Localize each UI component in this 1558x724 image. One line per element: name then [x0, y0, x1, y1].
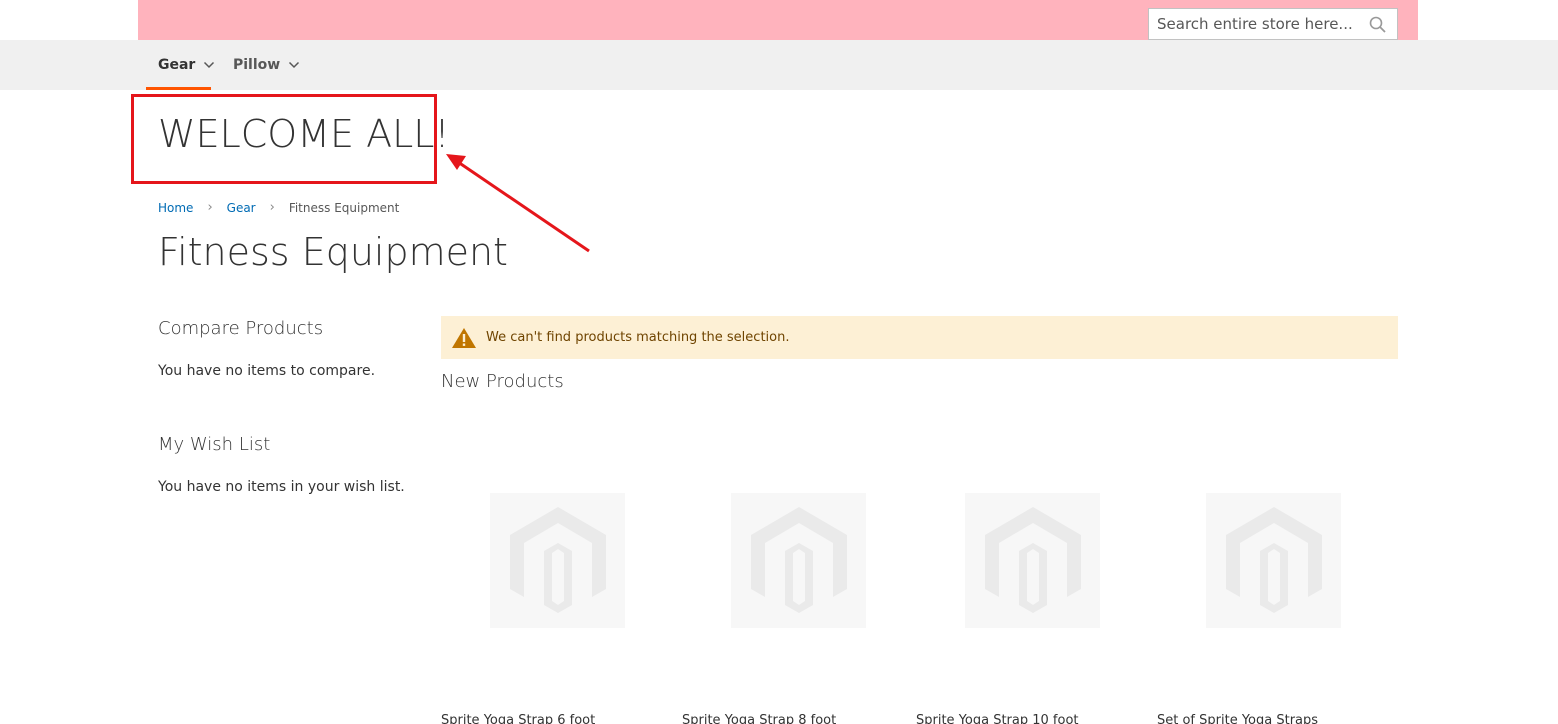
- nav-item-label: Pillow: [233, 57, 281, 73]
- product-image-placeholder[interactable]: [965, 493, 1100, 628]
- chevron-down-icon: [289, 61, 300, 69]
- breadcrumb-separator-icon: ›: [269, 200, 275, 215]
- magento-logo-icon: [1225, 506, 1322, 613]
- warning-icon: [452, 327, 476, 348]
- nav-active-indicator: [146, 87, 211, 90]
- page-title: Fitness Equipment: [158, 230, 508, 274]
- product-name-link[interactable]: Sprite Yoga Strap 10 foot: [916, 713, 1079, 724]
- magento-logo-icon: [984, 506, 1081, 613]
- search-icon[interactable]: [1369, 16, 1387, 34]
- breadcrumb-home-link[interactable]: Home: [158, 201, 193, 215]
- magento-logo-icon: [750, 506, 847, 613]
- nav-item-gear[interactable]: Gear: [158, 40, 215, 90]
- new-products-title: New Products: [441, 371, 564, 392]
- wishlist-title: My Wish List: [158, 434, 271, 455]
- product-name-link[interactable]: Sprite Yoga Strap 6 foot: [441, 713, 595, 724]
- annotation-highlight-box: [131, 94, 437, 184]
- compare-products-empty-text: You have no items to compare.: [158, 363, 376, 379]
- product-image-placeholder[interactable]: [731, 493, 866, 628]
- breadcrumb-current: Fitness Equipment: [288, 200, 400, 215]
- product-image-placeholder[interactable]: [1206, 493, 1341, 628]
- wishlist-empty-text: You have no items in your wish list.: [158, 479, 405, 495]
- chevron-down-icon: [204, 61, 215, 69]
- nav-item-pillow[interactable]: Pillow: [233, 40, 300, 90]
- notice-message: We can't find products matching the sele…: [486, 330, 790, 345]
- nav-item-label: Gear: [158, 57, 196, 73]
- breadcrumb: Home › Gear › Fitness Equipment: [158, 200, 399, 215]
- product-name-link[interactable]: Sprite Yoga Strap 8 foot: [682, 713, 836, 724]
- main-navigation: Gear Pillow: [0, 40, 1558, 90]
- breadcrumb-gear-link[interactable]: Gear: [227, 201, 256, 215]
- no-products-notice: We can't find products matching the sele…: [441, 316, 1398, 359]
- breadcrumb-separator-icon: ›: [207, 200, 213, 215]
- magento-logo-icon: [509, 506, 606, 613]
- product-image-placeholder[interactable]: [490, 493, 625, 628]
- search-box[interactable]: [1148, 8, 1398, 40]
- compare-products-title: Compare Products: [158, 318, 324, 339]
- product-name-link[interactable]: Set of Sprite Yoga Straps: [1157, 713, 1318, 724]
- search-input[interactable]: [1157, 15, 1357, 33]
